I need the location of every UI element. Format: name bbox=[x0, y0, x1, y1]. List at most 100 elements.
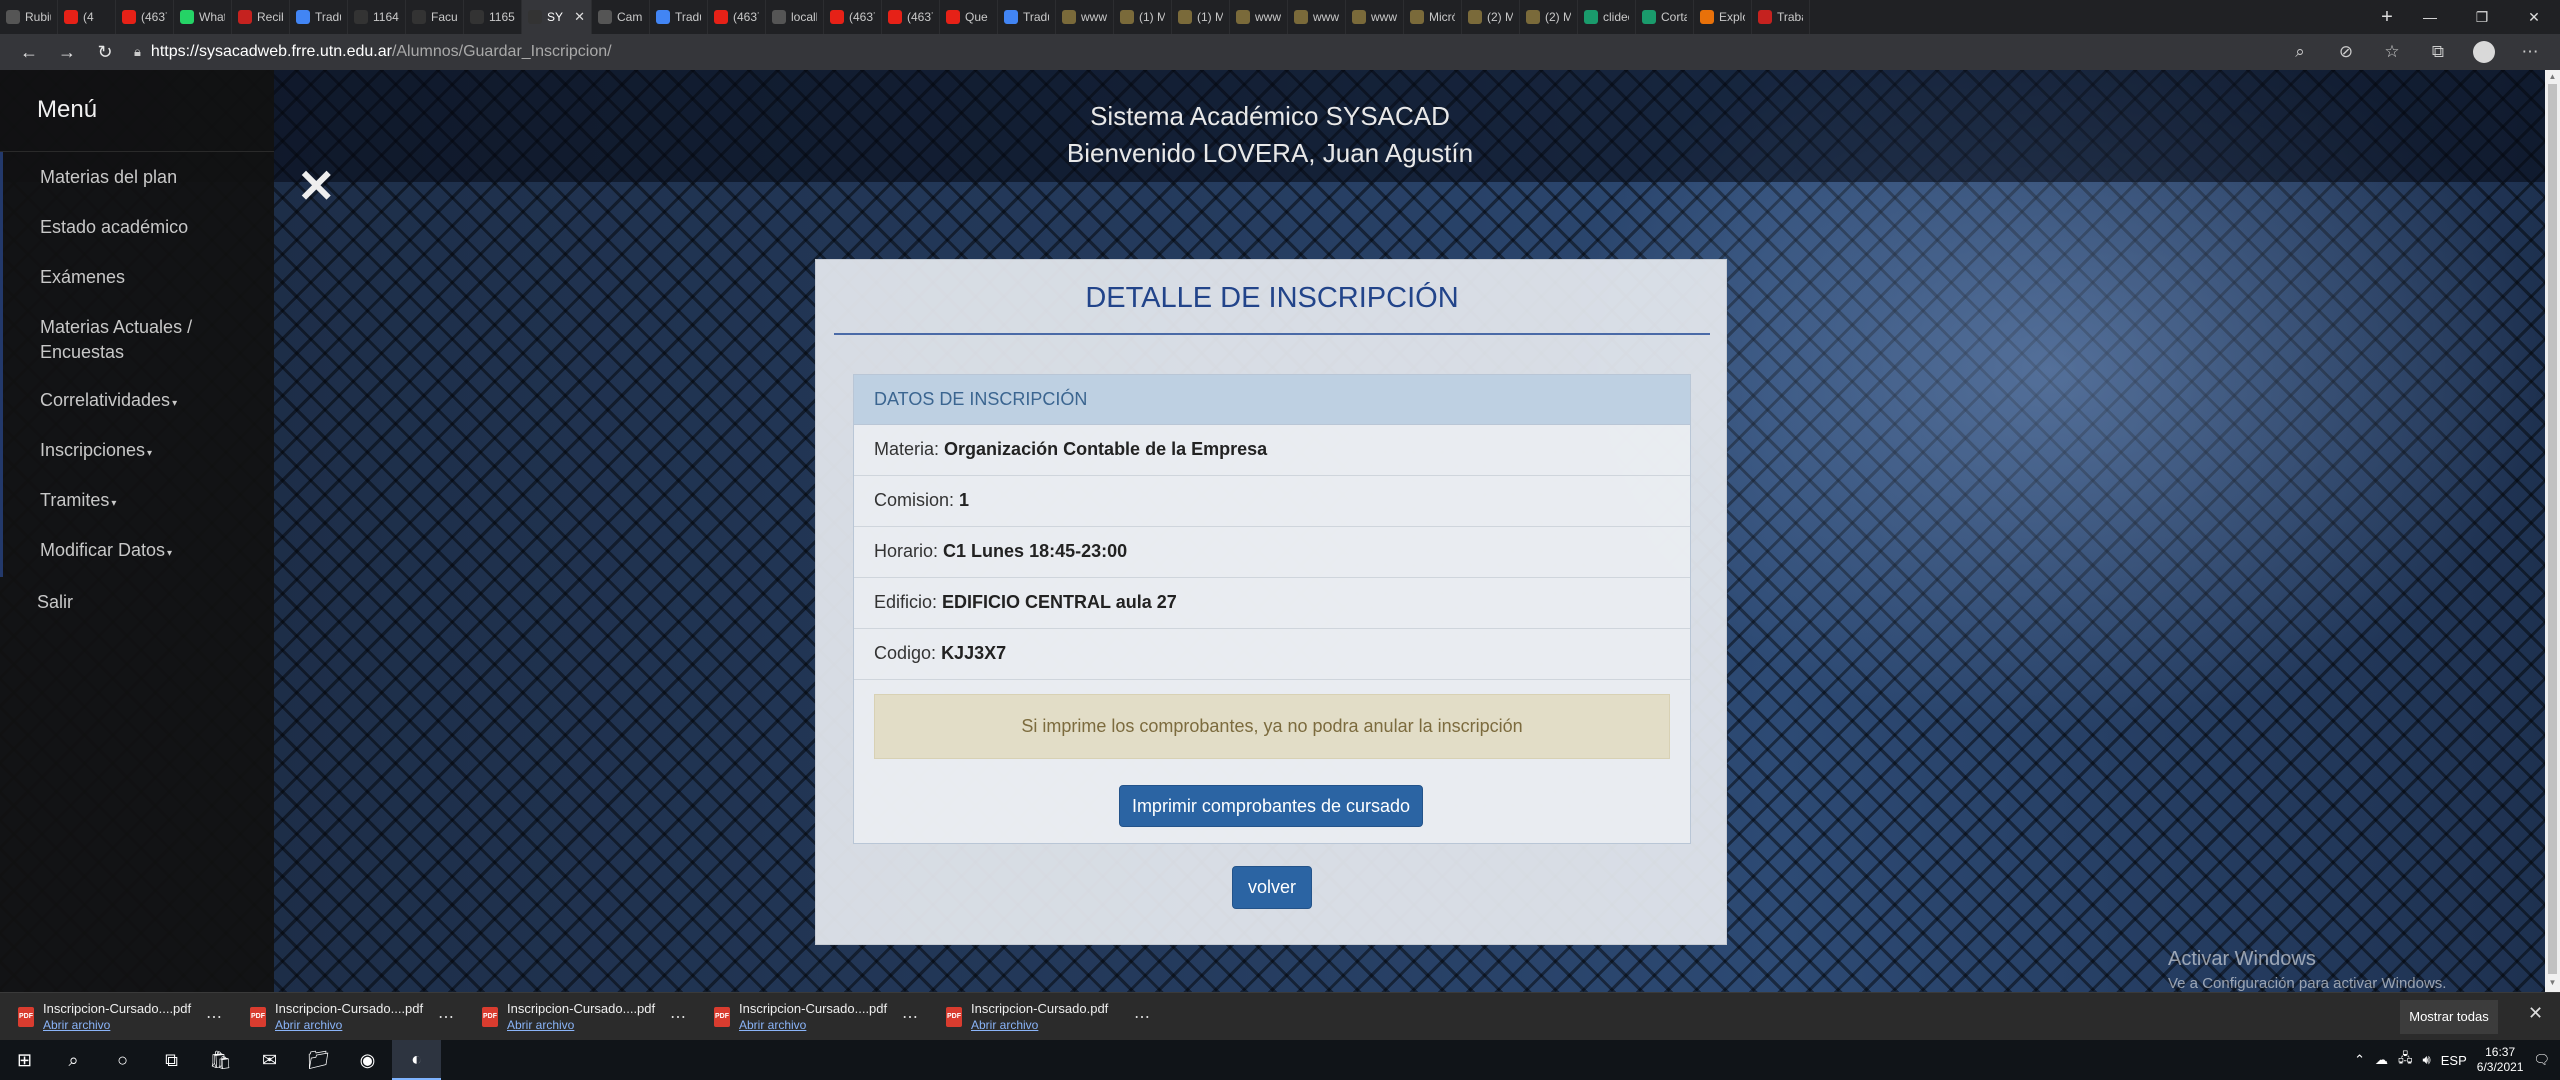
back-button[interactable]: volver bbox=[1232, 866, 1312, 909]
sidebar-item[interactable]: Inscripciones ▾ bbox=[0, 427, 274, 477]
clock[interactable]: 16:37 6/3/2021 bbox=[2477, 1045, 2524, 1075]
close-downloads-icon[interactable]: ✕ bbox=[2528, 1003, 2543, 1024]
tab-label: (4637) bbox=[733, 10, 759, 24]
browser-tab[interactable]: Traduc bbox=[650, 0, 708, 34]
browser-tab[interactable]: Que ra bbox=[940, 0, 998, 34]
search-icon[interactable]: ⌕ bbox=[49, 1040, 98, 1080]
browser-tab[interactable]: (1) Mi bbox=[1172, 0, 1230, 34]
scroll-up-icon[interactable]: ▲ bbox=[2548, 72, 2557, 82]
tracking-icon[interactable]: ⊘ bbox=[2326, 37, 2366, 67]
browser-tab[interactable]: (4637) bbox=[882, 0, 940, 34]
browser-tab[interactable]: 11647 bbox=[348, 0, 406, 34]
browser-tab[interactable]: www.n bbox=[1346, 0, 1404, 34]
minimize-icon[interactable]: — bbox=[2404, 0, 2456, 34]
mail-icon[interactable]: ✉ bbox=[245, 1040, 294, 1080]
download-options-icon[interactable]: ⋯ bbox=[206, 1007, 222, 1027]
sidebar-item[interactable]: Materias del plan bbox=[0, 152, 274, 202]
browser-tab[interactable]: Campu bbox=[592, 0, 650, 34]
onedrive-icon[interactable]: ☁ bbox=[2375, 1052, 2388, 1068]
chrome-icon[interactable]: ◉ bbox=[343, 1040, 392, 1080]
tab-favicon-icon bbox=[772, 10, 786, 24]
browser-tab[interactable]: (4637) bbox=[116, 0, 174, 34]
sidebar-item[interactable]: Estado académico bbox=[0, 202, 274, 252]
new-tab-button[interactable]: + bbox=[2370, 0, 2404, 34]
profile-avatar[interactable] bbox=[2473, 41, 2495, 63]
volume-icon[interactable]: 🔊︎ bbox=[2423, 1052, 2431, 1068]
browser-tab[interactable]: (2) Mi bbox=[1462, 0, 1520, 34]
browser-tab[interactable]: Rubius bbox=[0, 0, 58, 34]
browser-tab[interactable]: Explor bbox=[1694, 0, 1752, 34]
show-all-downloads-button[interactable]: Mostrar todas bbox=[2400, 1000, 2498, 1034]
sidebar-item[interactable]: Exámenes bbox=[0, 252, 274, 302]
browser-tab[interactable]: SY ✕ bbox=[522, 0, 592, 34]
download-options-icon[interactable]: ⋯ bbox=[1134, 1007, 1150, 1027]
windows-start-icon[interactable]: ⊞ bbox=[0, 1040, 49, 1080]
browser-tab[interactable]: www.n bbox=[1230, 0, 1288, 34]
open-file-link[interactable]: Abrir archivo bbox=[275, 1018, 425, 1032]
browser-tab[interactable]: Cortar bbox=[1636, 0, 1694, 34]
sidebar-item[interactable]: Materias Actuales / Encuestas bbox=[0, 302, 274, 377]
browser-tab[interactable]: Faculta bbox=[406, 0, 464, 34]
close-tab-icon[interactable]: ✕ bbox=[574, 9, 585, 25]
download-item[interactable]: PDF Inscripcion-Cursado....pdf Abrir archi… bbox=[0, 997, 232, 1037]
download-item[interactable]: PDF Inscripcion-Cursado.pdf Abrir archivo ⋯ bbox=[928, 997, 1160, 1037]
browser-tab[interactable]: www.n bbox=[1056, 0, 1114, 34]
browser-tab[interactable]: Trabaj bbox=[1752, 0, 1810, 34]
browser-tab[interactable]: 11654 bbox=[464, 0, 522, 34]
browser-tab[interactable]: clideo bbox=[1578, 0, 1636, 34]
file-explorer-icon[interactable]: 📁︎ bbox=[294, 1040, 343, 1080]
show-hidden-icons-icon[interactable]: ⌃ bbox=[2354, 1052, 2365, 1068]
download-item[interactable]: PDF Inscripcion-Cursado....pdf Abrir archi… bbox=[464, 997, 696, 1037]
network-icon[interactable]: 🖧︎ bbox=[2398, 1049, 2413, 1071]
open-file-link[interactable]: Abrir archivo bbox=[43, 1018, 193, 1032]
download-options-icon[interactable]: ⋯ bbox=[438, 1007, 454, 1027]
favorites-icon[interactable]: ☆ bbox=[2372, 37, 2412, 67]
zoom-icon[interactable]: ⌕ bbox=[2280, 37, 2320, 67]
sidebar-item[interactable]: Salir bbox=[0, 577, 274, 627]
open-file-link[interactable]: Abrir archivo bbox=[739, 1018, 889, 1032]
collections-icon[interactable]: ⧉ bbox=[2418, 37, 2458, 67]
tab-favicon-icon bbox=[180, 10, 194, 24]
browser-tab[interactable]: (4637) bbox=[708, 0, 766, 34]
browser-tab[interactable]: Recibi bbox=[232, 0, 290, 34]
task-view-icon[interactable]: ⧉ bbox=[147, 1040, 196, 1080]
more-options-icon[interactable]: ⋯ bbox=[2510, 37, 2550, 67]
close-window-icon[interactable]: ✕ bbox=[2508, 0, 2560, 34]
reload-icon[interactable]: ↻ bbox=[86, 37, 124, 67]
notifications-icon[interactable]: 🗨︎ bbox=[2533, 1052, 2550, 1068]
download-options-icon[interactable]: ⋯ bbox=[902, 1007, 918, 1027]
browser-tab[interactable]: Traduc bbox=[290, 0, 348, 34]
sidebar-item[interactable]: Tramites ▾ bbox=[0, 477, 274, 527]
browser-tab[interactable]: Micróf bbox=[1404, 0, 1462, 34]
cortana-icon[interactable]: ○ bbox=[98, 1040, 147, 1080]
maximize-icon[interactable]: ❐ bbox=[2456, 0, 2508, 34]
back-arrow-icon[interactable]: ← bbox=[10, 37, 48, 67]
open-file-link[interactable]: Abrir archivo bbox=[507, 1018, 657, 1032]
language-indicator[interactable]: ESP bbox=[2441, 1053, 2467, 1068]
url-field[interactable]: 🔒︎ https://sysacadweb.frre.utn.edu.ar/Al… bbox=[124, 38, 2280, 66]
browser-tab[interactable]: (4637) bbox=[824, 0, 882, 34]
open-file-link[interactable]: Abrir archivo bbox=[971, 1018, 1121, 1032]
download-item[interactable]: PDF Inscripcion-Cursado....pdf Abrir archi… bbox=[232, 997, 464, 1037]
close-menu-icon[interactable]: ✕ bbox=[297, 163, 336, 209]
download-options-icon[interactable]: ⋯ bbox=[670, 1007, 686, 1027]
sidebar-item[interactable]: Modificar Datos ▾ bbox=[0, 527, 274, 577]
page-scrollbar[interactable]: ▲ ▼ bbox=[2545, 70, 2560, 992]
edge-icon[interactable]: ◐ bbox=[392, 1040, 441, 1080]
browser-tab[interactable]: (2) Mi bbox=[1520, 0, 1578, 34]
sidebar-item[interactable]: Correlatividades ▾ bbox=[0, 377, 274, 427]
tab-favicon-icon bbox=[412, 10, 426, 24]
forward-arrow-icon[interactable]: → bbox=[48, 37, 86, 67]
store-icon[interactable]: 🛍︎ bbox=[196, 1040, 245, 1080]
browser-tab[interactable]: (4 bbox=[58, 0, 116, 34]
download-item[interactable]: PDF Inscripcion-Cursado....pdf Abrir archi… bbox=[696, 997, 928, 1037]
browser-tab[interactable]: (1) Mi bbox=[1114, 0, 1172, 34]
browser-tab[interactable]: localh bbox=[766, 0, 824, 34]
browser-tab[interactable]: Traduc bbox=[998, 0, 1056, 34]
print-receipts-button[interactable]: Imprimir comprobantes de cursado bbox=[1119, 785, 1423, 827]
browser-tab[interactable]: Whats bbox=[174, 0, 232, 34]
scrollbar-thumb[interactable] bbox=[2548, 84, 2557, 974]
browser-tab[interactable]: www.n bbox=[1288, 0, 1346, 34]
tab-favicon-icon bbox=[238, 10, 252, 24]
scroll-down-icon[interactable]: ▼ bbox=[2548, 978, 2557, 988]
